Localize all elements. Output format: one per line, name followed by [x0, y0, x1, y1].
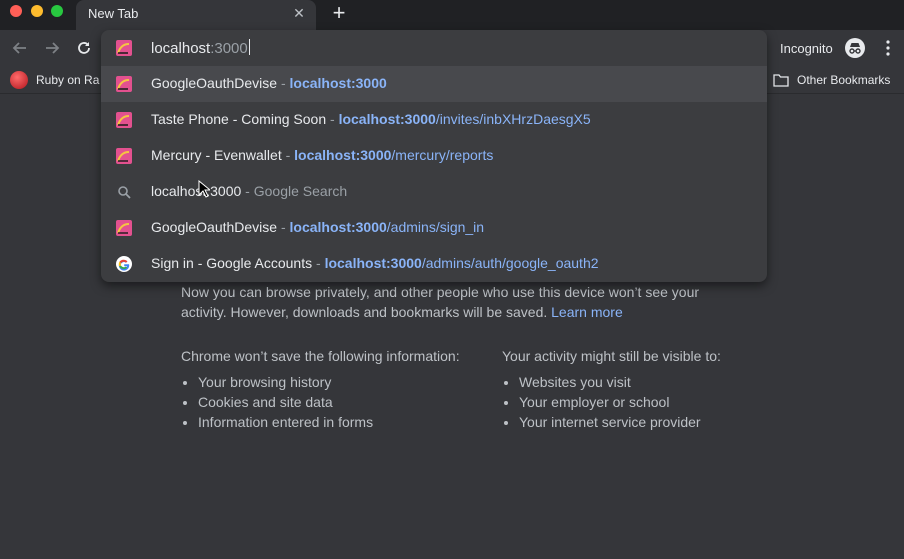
- rails-icon: [116, 148, 132, 164]
- suggestion-text: localhost:3000 - Google Search: [151, 183, 347, 199]
- suggestion-url-host: localhost:3000: [338, 111, 436, 127]
- search-icon: [118, 186, 131, 199]
- suggestion-title: localhost:3000: [151, 183, 242, 199]
- suggestion-url-host: localhost:3000: [294, 147, 392, 163]
- tab-close-icon[interactable]: ✕: [292, 6, 306, 20]
- suggestion-item[interactable]: GoogleOauthDevise - localhost:3000: [101, 66, 767, 102]
- list-item: Cookies and site data: [198, 392, 501, 412]
- list-item: Your browsing history: [198, 372, 501, 392]
- reload-icon: [78, 42, 90, 54]
- new-tab-button[interactable]: +: [328, 2, 350, 24]
- rails-icon: [116, 76, 132, 92]
- list-item: Your employer or school: [519, 392, 822, 412]
- suggestion-url-path: /mercury/reports: [391, 147, 494, 163]
- suggestion-text: Mercury - Evenwallet - localhost:3000/me…: [151, 147, 493, 163]
- incognito-icon[interactable]: [845, 38, 865, 58]
- suggestion-item[interactable]: Mercury - Evenwallet - localhost:3000/me…: [101, 138, 767, 174]
- tab-strip: New Tab ✕ +: [0, 0, 904, 30]
- still-visible-list: Websites you visit Your employer or scho…: [502, 372, 822, 432]
- menu-icon[interactable]: [880, 39, 896, 57]
- omnibox-dropdown: localhost:3000 GoogleOauthDevise - local…: [101, 30, 767, 282]
- not-saved-list: Your browsing history Cookies and site d…: [181, 372, 501, 432]
- intro-paragraph: Now you can browse privately, and other …: [181, 282, 721, 322]
- suggestion-item[interactable]: Taste Phone - Coming Soon - localhost:30…: [101, 102, 767, 138]
- learn-more-link[interactable]: Learn more: [551, 304, 623, 320]
- autocomplete-text: :3000: [210, 40, 248, 57]
- suggestion-text: GoogleOauthDevise - localhost:3000: [151, 75, 387, 91]
- suggestion-separator: -: [312, 255, 325, 271]
- suggestion-text: Taste Phone - Coming Soon - localhost:30…: [151, 111, 591, 127]
- suggestion-item[interactable]: Sign in - Google Accounts - localhost:30…: [101, 246, 767, 282]
- suggestion-url-host: localhost:3000: [289, 219, 387, 235]
- suggestion-separator: -: [326, 111, 339, 127]
- window-maximize-button[interactable]: [51, 5, 63, 17]
- typed-text: localhost: [151, 40, 211, 57]
- suggestion-separator: -: [277, 219, 290, 235]
- rails-icon: [116, 40, 132, 56]
- suggestion-url-path: /invites/inbXHrzDaesgX5: [435, 111, 591, 127]
- rails-icon: [116, 112, 132, 128]
- still-visible-column: Your activity might still be visible to:…: [502, 346, 822, 432]
- suggestion-url-host: localhost:3000: [289, 75, 387, 91]
- suggestion-separator: -: [241, 183, 254, 199]
- google-icon: [116, 256, 132, 272]
- forward-button[interactable]: [42, 38, 62, 58]
- suggestion-title: GoogleOauthDevise: [151, 219, 278, 235]
- bookmark-other-bookmarks[interactable]: Other Bookmarks: [773, 70, 890, 90]
- tab-new-tab[interactable]: New Tab ✕: [76, 0, 316, 30]
- suggestion-title: Sign in - Google Accounts: [151, 255, 313, 271]
- back-button[interactable]: [10, 38, 30, 58]
- arrow-right-icon: [46, 42, 60, 54]
- tab-title: New Tab: [88, 6, 139, 21]
- list-item: Information entered in forms: [198, 412, 501, 432]
- ruby-icon: [10, 71, 28, 89]
- suggestion-item[interactable]: GoogleOauthDevise - localhost:3000/admin…: [101, 210, 767, 246]
- suggestion-title: GoogleOauthDevise: [151, 75, 278, 91]
- suggestion-description: Google Search: [253, 183, 348, 199]
- folder-icon: [773, 74, 789, 87]
- window-minimize-button[interactable]: [31, 5, 43, 17]
- suggestion-url-host: localhost:3000: [324, 255, 422, 271]
- bookmark-ruby-on-rails[interactable]: Ruby on Ra: [10, 70, 99, 90]
- suggestion-separator: -: [281, 147, 295, 163]
- not-saved-column: Chrome won’t save the following informat…: [181, 346, 501, 432]
- list-item: Websites you visit: [519, 372, 822, 392]
- bookmark-label: Other Bookmarks: [797, 73, 891, 87]
- suggestion-title: Mercury - Evenwallet: [151, 147, 282, 163]
- address-bar[interactable]: localhost:3000: [101, 30, 767, 66]
- suggestion-url-path: /admins/sign_in: [386, 219, 485, 235]
- suggestion-text: GoogleOauthDevise - localhost:3000/admin…: [151, 219, 484, 235]
- suggestion-text: Sign in - Google Accounts - localhost:30…: [151, 255, 599, 271]
- window-close-button[interactable]: [10, 5, 22, 17]
- address-input[interactable]: localhost:3000: [151, 39, 250, 57]
- still-visible-heading: Your activity might still be visible to:: [502, 348, 721, 364]
- rails-icon: [116, 220, 132, 236]
- bookmark-label: Ruby on Ra: [36, 73, 100, 87]
- reload-button[interactable]: [74, 38, 94, 58]
- not-saved-heading: Chrome won’t save the following informat…: [181, 348, 460, 364]
- list-item: Your internet service provider: [519, 412, 822, 432]
- suggestion-title: Taste Phone - Coming Soon: [151, 111, 327, 127]
- suggestion-url-path: /admins/auth/google_oauth2: [421, 255, 599, 271]
- text-caret: [248, 39, 250, 55]
- mouse-cursor-icon: [198, 180, 210, 198]
- suggestion-separator: -: [277, 75, 290, 91]
- incognito-label: Incognito: [780, 41, 833, 56]
- arrow-left-icon: [12, 42, 26, 54]
